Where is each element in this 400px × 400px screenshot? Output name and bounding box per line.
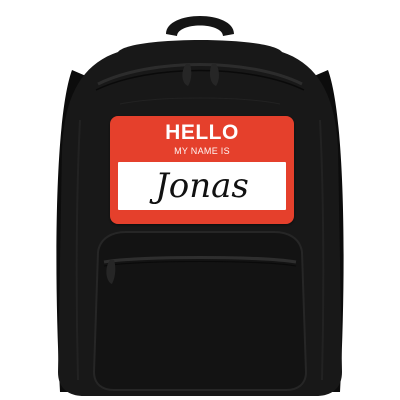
name-tag-name: Jonas — [155, 166, 249, 206]
name-tag-greeting: HELLO — [165, 121, 239, 144]
name-tag-panel: Jonas — [118, 162, 286, 210]
backpack-handle — [166, 16, 234, 36]
name-tag-subtitle: MY NAME IS — [174, 146, 230, 156]
front-pocket — [92, 231, 308, 391]
name-tag-sticker: HELLO MY NAME IS Jonas — [110, 116, 294, 224]
product-image: HELLO MY NAME IS Jonas — [0, 0, 400, 400]
